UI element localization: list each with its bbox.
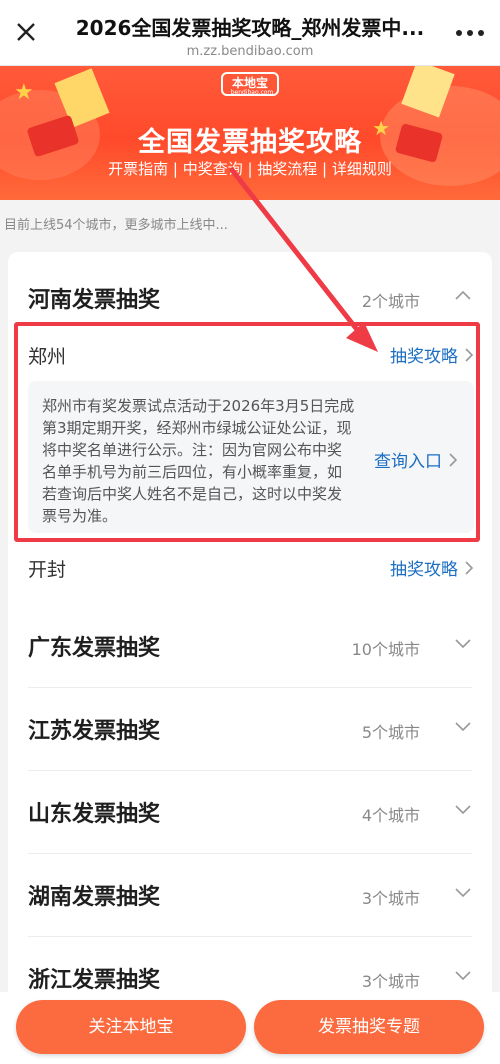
chevron-down-icon: [455, 639, 471, 649]
province-row-jiangsu[interactable]: 江苏发票抽奖 5个城市: [28, 689, 472, 771]
bendibao-logo: 本地宝 bendibao.com: [221, 72, 279, 96]
chevron-down-icon: [455, 971, 471, 981]
province-name: 湖南发票抽奖: [28, 885, 161, 910]
more-options-icon[interactable]: [456, 30, 484, 38]
page-title: 2026全国发票抽奖攻略_郑州发票中...: [75, 16, 425, 40]
province-city-count: 10个城市: [351, 640, 420, 659]
province-city-count: 4个城市: [361, 806, 420, 825]
page-url: m.zz.bendibao.com: [186, 44, 314, 59]
province-name: 浙江发票抽奖: [28, 968, 161, 993]
invoice-lottery-topic-button[interactable]: 发票抽奖专题: [254, 1000, 484, 1054]
star-icon: ★: [14, 80, 34, 105]
page-title-block: 2026全国发票抽奖攻略_郑州发票中... m.zz.bendibao.com: [60, 12, 440, 59]
province-city-count: 2个城市: [361, 292, 420, 311]
logo-text: 本地宝: [231, 76, 268, 90]
chevron-down-icon: [455, 888, 471, 898]
province-name: 山东发票抽奖: [28, 802, 161, 827]
chevron-right-icon: [465, 560, 474, 575]
bottom-action-bar: 关注本地宝 发票抽奖专题: [0, 992, 500, 1064]
banner-subtitle: 开票指南 | 中奖查询 | 抽奖流程 | 详细规则: [108, 160, 392, 178]
province-city-count: 3个城市: [361, 889, 420, 908]
province-city-count: 5个城市: [361, 723, 420, 742]
chevron-down-icon: [455, 805, 471, 815]
province-city-count: 3个城市: [361, 972, 420, 991]
city-name: 开封: [28, 559, 67, 581]
province-name: 江苏发票抽奖: [28, 719, 161, 744]
follow-bendibao-button[interactable]: 关注本地宝: [16, 1000, 246, 1054]
province-row-guangdong[interactable]: 广东发票抽奖 10个城市: [28, 606, 472, 688]
banner-title: 全国发票抽奖攻略: [138, 127, 362, 158]
province-name: 广东发票抽奖: [28, 636, 161, 661]
province-row-hunan[interactable]: 湖南发票抽奖 3个城市: [28, 855, 472, 937]
province-name: 河南发票抽奖: [28, 288, 161, 313]
browser-top-bar: 2026全国发票抽奖攻略_郑州发票中... m.zz.bendibao.com: [0, 0, 500, 66]
city-row-kaifeng: 开封 抽奖攻略: [28, 545, 474, 595]
chevron-up-icon: [455, 290, 471, 300]
close-icon[interactable]: [10, 16, 42, 48]
lottery-guide-label: 抽奖攻略: [390, 560, 458, 580]
logo-subtext: bendibao.com: [230, 89, 274, 96]
chevron-down-icon: [455, 722, 471, 732]
city-count-notice: 目前上线54个城市，更多城市上线中...: [4, 218, 228, 233]
province-row-shandong[interactable]: 山东发票抽奖 4个城市: [28, 772, 472, 854]
hero-banner: ★ ★ 本地宝 bendibao.com 全国发票抽奖攻略 开票指南 | 中奖查…: [0, 66, 500, 200]
highlight-box: [14, 322, 480, 542]
lottery-guide-link[interactable]: 抽奖攻略: [390, 555, 474, 580]
